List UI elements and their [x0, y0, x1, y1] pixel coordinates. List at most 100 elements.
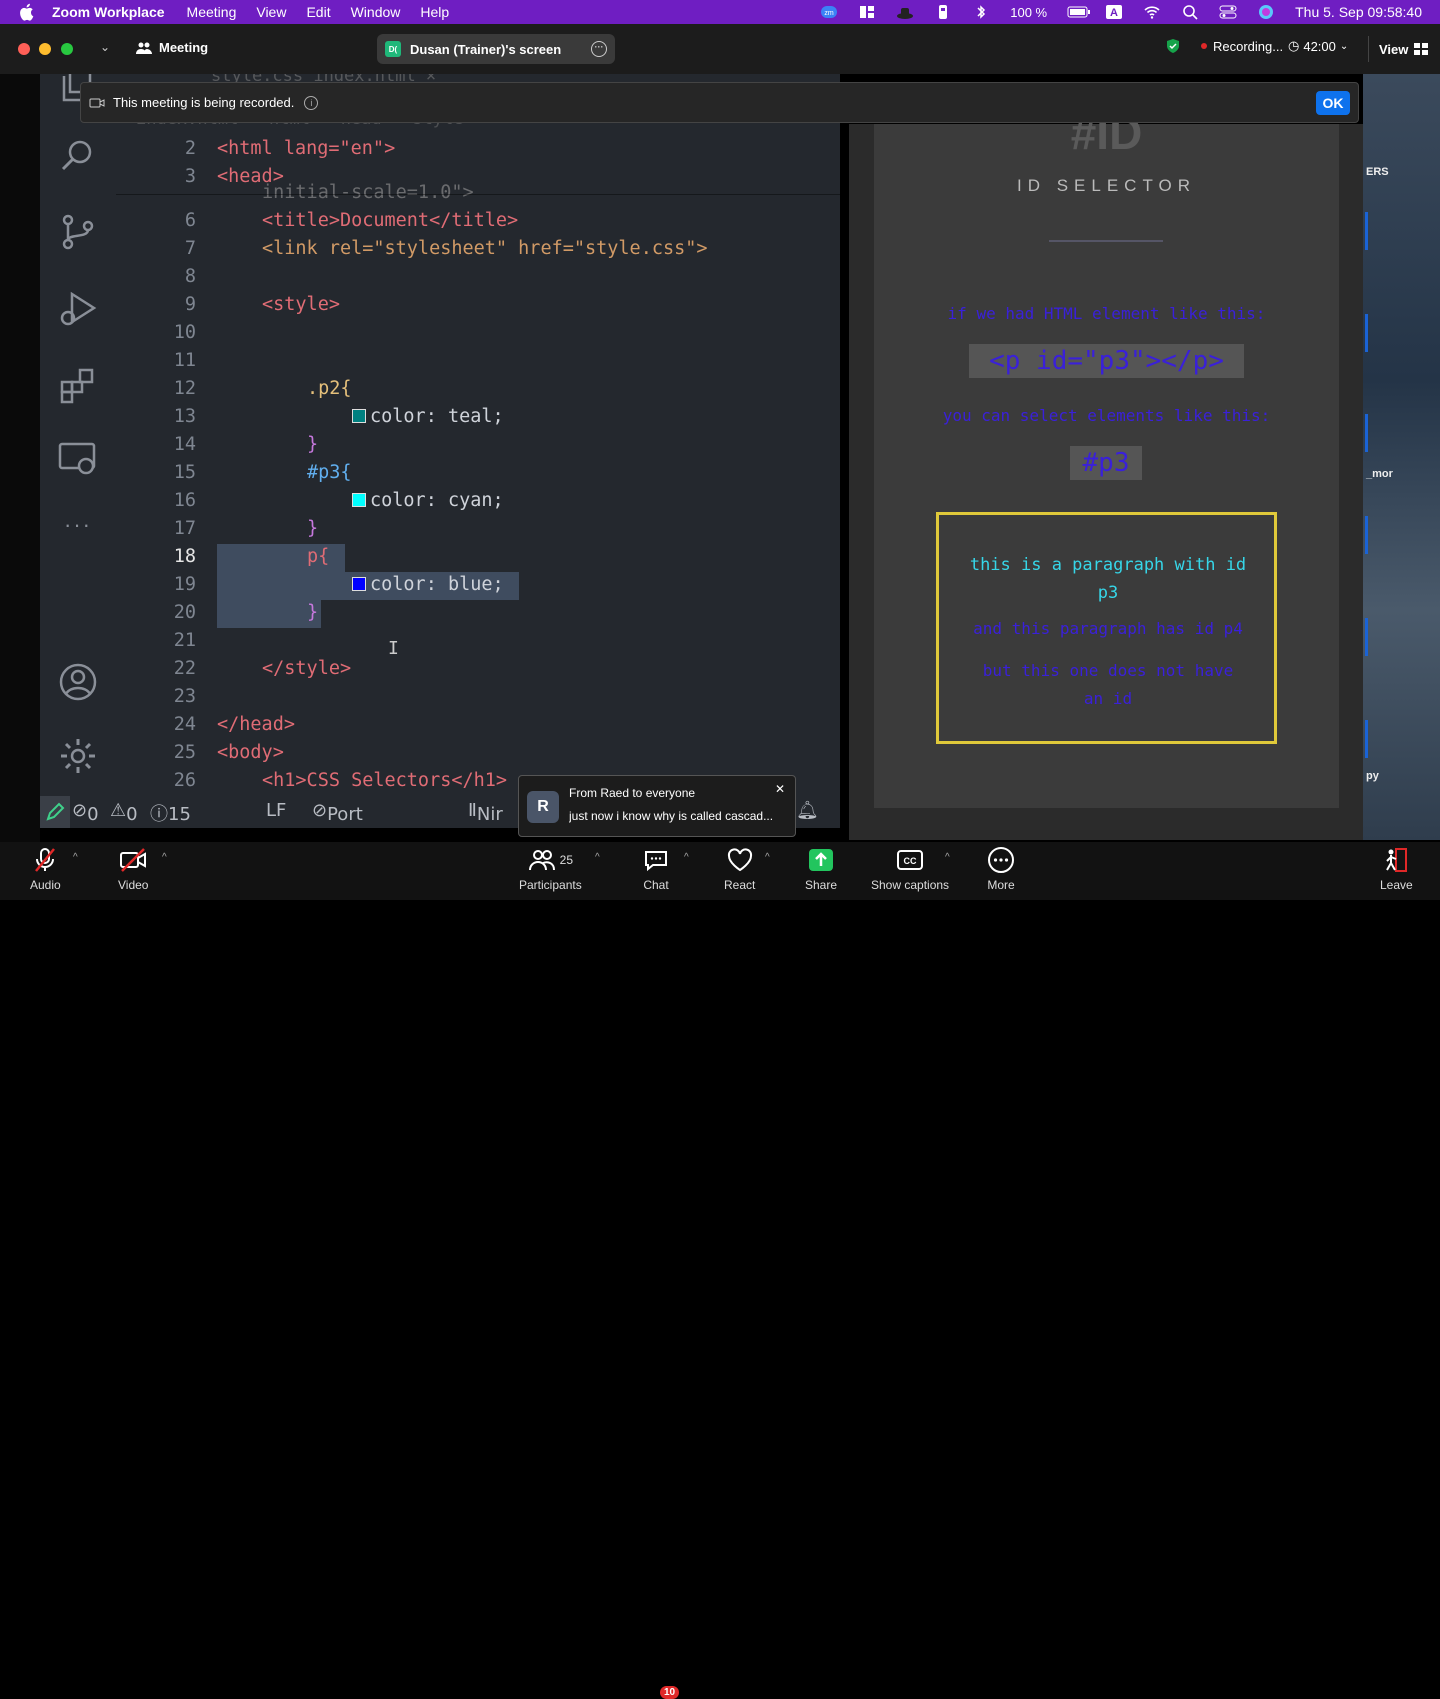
- minimize-window-button[interactable]: [39, 43, 51, 55]
- share-title-text: Dusan (Trainer)'s screen: [410, 41, 562, 57]
- participants-button[interactable]: 25 Participants: [519, 846, 582, 892]
- preview-text-1: if we had HTML element like this:: [947, 304, 1266, 323]
- code-text: color: blue;: [370, 574, 504, 595]
- react-button[interactable]: React: [724, 846, 755, 892]
- errors-count[interactable]: ⊘ 0: [72, 800, 99, 825]
- share-label: Share: [805, 878, 838, 892]
- participants-count: 25: [559, 853, 574, 867]
- line-number: 22: [173, 658, 196, 679]
- line-number: 24: [173, 714, 196, 735]
- audio-options-chevron[interactable]: ^: [73, 852, 78, 863]
- code-area[interactable]: style.css index.html × index.html > html…: [116, 74, 840, 794]
- menu-edit[interactable]: Edit: [306, 4, 330, 20]
- run-debug-icon[interactable]: [58, 288, 98, 328]
- video-options-chevron[interactable]: ^: [162, 852, 167, 863]
- window-edge-strip: [1365, 618, 1368, 656]
- line-number: 16: [173, 490, 196, 511]
- ok-button[interactable]: OK: [1316, 91, 1350, 115]
- svg-text:zm: zm: [825, 10, 835, 17]
- line-number: 26: [173, 770, 196, 791]
- color-swatch-cyan[interactable]: [352, 493, 366, 507]
- video-button[interactable]: Video: [118, 846, 148, 892]
- participants-label: Participants: [519, 878, 582, 892]
- code-line: }: [307, 518, 319, 539]
- info-count[interactable]: ⓘ 15: [150, 800, 191, 826]
- menu-meeting[interactable]: Meeting: [187, 4, 237, 20]
- code-line: </head>: [217, 714, 295, 735]
- menu-window[interactable]: Window: [351, 4, 401, 20]
- close-window-button[interactable]: [18, 43, 30, 55]
- meeting-label: Meeting: [159, 40, 209, 55]
- more-icon: [988, 847, 1014, 873]
- live-server-port[interactable]: ⊘ Port : 5501: [312, 800, 363, 828]
- spotlight-search-icon[interactable]: [1181, 4, 1199, 20]
- chat-unread-badge: 10: [660, 1686, 680, 1699]
- chat-button[interactable]: Chat: [642, 846, 670, 892]
- leave-button[interactable]: Leave: [1380, 846, 1413, 892]
- wallpaper-text: _mor: [1366, 468, 1393, 480]
- keyboard-input-icon[interactable]: A: [1105, 4, 1123, 20]
- react-options-chevron[interactable]: ^: [765, 852, 770, 863]
- line-number: 15: [173, 462, 196, 483]
- window-edge-strip: [1365, 720, 1368, 758]
- gear-icon[interactable]: [58, 736, 98, 776]
- people-icon: [136, 42, 152, 54]
- code-line: <h1>CSS Selectors</h1>: [262, 770, 508, 791]
- chevron-down-icon[interactable]: ⌄: [100, 40, 110, 54]
- bell-icon[interactable]: 🔔︎: [796, 800, 819, 821]
- device-icon[interactable]: [934, 4, 952, 20]
- code-line: <body>: [217, 742, 284, 763]
- window-edge-strip: [1365, 414, 1368, 452]
- eol-indicator[interactable]: LF: [266, 800, 286, 821]
- warnings-count[interactable]: ⚠ 0: [110, 800, 138, 825]
- siri-icon[interactable]: [1257, 4, 1275, 20]
- meeting-menu[interactable]: Meeting: [136, 40, 208, 55]
- chat-options-chevron[interactable]: ^: [684, 852, 689, 863]
- color-swatch-blue[interactable]: [352, 577, 366, 591]
- chat-sender: From Raed to everyone: [569, 786, 696, 800]
- account-icon[interactable]: [58, 662, 98, 702]
- share-button[interactable]: Share: [805, 846, 837, 892]
- search-icon[interactable]: [58, 136, 98, 176]
- avatar: R: [527, 791, 559, 823]
- menubar-clock[interactable]: Thu 5. Sep 09:58:40: [1295, 4, 1422, 20]
- participants-icon: [528, 850, 555, 871]
- close-icon[interactable]: ✕: [775, 782, 785, 796]
- layout-icon[interactable]: [858, 4, 876, 20]
- menu-view[interactable]: View: [256, 4, 286, 20]
- participants-options-chevron[interactable]: ^: [595, 852, 600, 863]
- view-button[interactable]: View: [1368, 36, 1430, 62]
- control-center-icon[interactable]: [1219, 4, 1237, 20]
- more-options-icon[interactable]: ···: [591, 41, 607, 57]
- zoom-window-button[interactable]: [61, 43, 73, 55]
- screen-share-title[interactable]: D( Dusan (Trainer)'s screen ···: [377, 34, 615, 64]
- menu-help[interactable]: Help: [420, 4, 449, 20]
- line-number: 14: [173, 434, 196, 455]
- color-swatch-teal[interactable]: [352, 409, 366, 423]
- zoom-status-icon[interactable]: zm: [820, 4, 838, 20]
- meeting-timer[interactable]: ◷ 42:00 ⌄: [1288, 38, 1348, 54]
- svg-text:CC: CC: [904, 856, 917, 866]
- edit-pencil-icon[interactable]: [40, 796, 70, 828]
- info-icon[interactable]: i: [304, 95, 319, 110]
- line-number: 11: [173, 350, 196, 371]
- remote-explorer-icon[interactable]: [58, 440, 98, 480]
- more-views-icon[interactable]: ···: [58, 512, 98, 552]
- extensions-icon[interactable]: [58, 364, 98, 404]
- hat-icon[interactable]: [896, 4, 914, 20]
- battery-icon[interactable]: [1067, 4, 1091, 20]
- more-button[interactable]: More: [987, 846, 1015, 892]
- show-captions-button[interactable]: CC Show captions: [871, 846, 949, 892]
- source-control-icon[interactable]: [58, 212, 98, 252]
- chat-notification[interactable]: R From Raed to everyone just now i know …: [518, 775, 796, 837]
- audio-button[interactable]: Audio: [30, 846, 61, 892]
- recording-indicator[interactable]: Recording...: [1165, 38, 1283, 54]
- code-line: }: [307, 434, 319, 455]
- react-label: React: [724, 878, 756, 892]
- status-extra[interactable]: Ⅱ Nir: [468, 800, 503, 825]
- apple-icon[interactable]: [18, 3, 36, 21]
- wifi-icon[interactable]: [1143, 4, 1161, 20]
- bluetooth-icon[interactable]: [972, 4, 990, 20]
- menu-app-name[interactable]: Zoom Workplace: [52, 4, 165, 20]
- captions-options-chevron[interactable]: ^: [945, 852, 950, 863]
